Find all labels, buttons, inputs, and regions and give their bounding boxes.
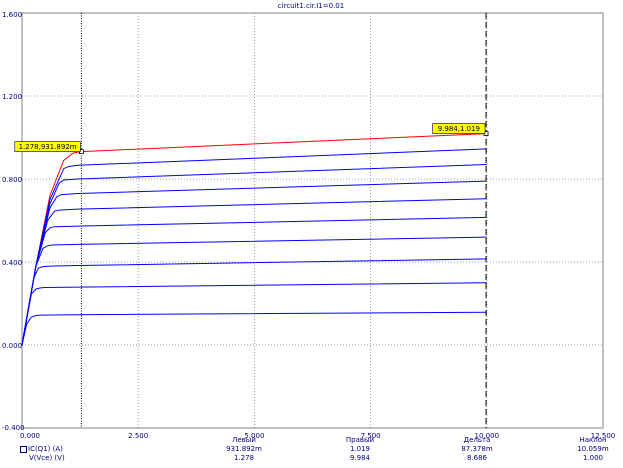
series-name-ic: IC(Q1) (A) (28, 445, 63, 453)
ic-left-value: 931.892m (226, 445, 262, 453)
series-select-box[interactable] (20, 445, 27, 453)
header-slope: Наклон (579, 436, 607, 444)
plot-area[interactable]: circuit1.cir.I1=0.01 0.000 2.500 5.000 7.50… (0, 0, 623, 468)
grid-lines (22, 13, 603, 428)
y-tick-label: -0.400 (2, 424, 25, 432)
chart-title: circuit1.cir.I1=0.01 (278, 2, 344, 10)
series-name-vce: V(Vce) (V) (29, 454, 65, 462)
y-tick-label: 0.400 (2, 259, 22, 267)
vce-delta-value: 8.686 (466, 454, 488, 462)
ic-slope-value: 10.059m (577, 445, 609, 453)
header-delta: Дельта (463, 436, 491, 444)
cursor-label-text: 9.984,1.019 (438, 125, 480, 133)
vce-right-value: 9.984 (349, 454, 371, 462)
y-tick-label: 0.800 (2, 176, 22, 184)
ic-right-value: 1.019 (349, 445, 371, 453)
y-tick-label: 0.000 (2, 342, 22, 350)
y-tick-label: 1.600 (2, 11, 22, 19)
plot-frame (21, 12, 604, 429)
vce-left-value: 1.278 (233, 454, 255, 462)
cursors[interactable]: 1.278,931.892m 9.984,1.019 (14, 13, 489, 428)
vce-slope-value: 1.000 (582, 454, 604, 462)
y-tick-label: 1.200 (2, 93, 22, 101)
series-row-ic[interactable]: IC(Q1) (A) (20, 445, 63, 453)
ic-delta-value: 87.378m (461, 445, 493, 453)
series-line-2[interactable] (21, 164, 487, 346)
header-right: Правый (345, 436, 375, 444)
cursor-label-text: 1.278,931.892m (19, 143, 77, 151)
series-traces[interactable] (21, 133, 487, 346)
header-left: Левый (232, 436, 256, 444)
cursor-stats-table: Левый Правый Дельта Наклон IC(Q1) (A) 93… (0, 436, 623, 468)
